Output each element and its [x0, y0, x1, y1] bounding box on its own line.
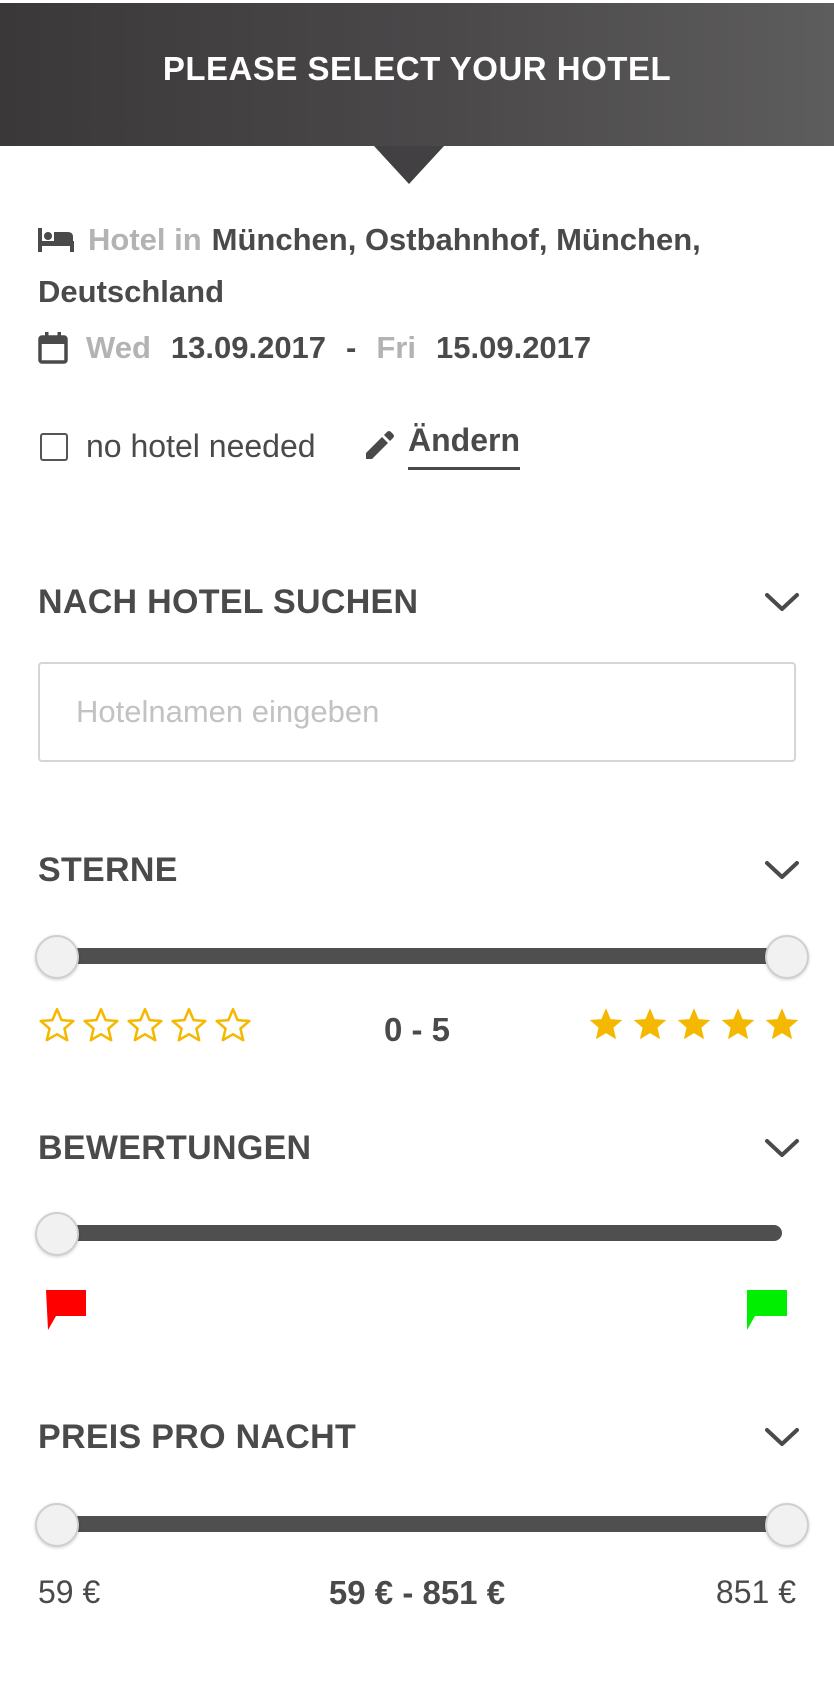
- price-slider-max-thumb[interactable]: [765, 1503, 809, 1547]
- price-slider-min-thumb[interactable]: [35, 1503, 79, 1547]
- hotel-search-input[interactable]: [38, 662, 796, 762]
- ratings-slider-min-thumb[interactable]: [35, 1212, 79, 1256]
- chevron-down-icon[interactable]: [764, 859, 800, 881]
- ratings-slider-track[interactable]: [56, 1225, 782, 1241]
- no-hotel-label: no hotel needed: [86, 428, 316, 464]
- checkin-date: 13.09.2017: [170, 330, 327, 365]
- hotel-location-row: Hotel in München, Ostbahnhof, München,: [38, 222, 701, 258]
- price-range-label: 59 € - 851 €: [328, 1574, 506, 1611]
- page-title: PLEASE SELECT YOUR HOTEL: [162, 49, 672, 87]
- stars-max-display: [587, 1005, 801, 1043]
- star-filled-icon: [765, 1008, 799, 1040]
- date-separator: -: [346, 330, 357, 365]
- search-section-title: NACH HOTEL SUCHEN: [38, 583, 419, 621]
- star-filled-icon: [633, 1008, 667, 1040]
- no-hotel-checkbox-row[interactable]: no hotel needed: [40, 428, 316, 465]
- chevron-down-icon[interactable]: [764, 591, 800, 613]
- pencil-icon: [366, 431, 394, 459]
- checkin-day: Wed: [86, 330, 151, 365]
- ratings-section-title: BEWERTUNGEN: [38, 1129, 312, 1167]
- calendar-icon: [38, 332, 68, 364]
- edit-label[interactable]: Ändern: [408, 422, 520, 470]
- hotel-location: München, Ostbahnhof, München,: [211, 222, 701, 257]
- chevron-down-icon[interactable]: [764, 1137, 800, 1159]
- star-filled-icon: [721, 1008, 755, 1040]
- chevron-down-icon[interactable]: [764, 1426, 800, 1448]
- edit-search-link[interactable]: Ändern: [364, 422, 520, 470]
- hotel-location-country: Deutschland: [38, 274, 225, 309]
- page-header: PLEASE SELECT YOUR HOTEL: [0, 3, 834, 146]
- no-hotel-checkbox[interactable]: [40, 432, 68, 461]
- flag-icon: [747, 1290, 787, 1330]
- header-pointer-arrow: [374, 146, 444, 184]
- flag-icon: [46, 1290, 86, 1330]
- hotel-in-prefix: Hotel in: [88, 222, 202, 257]
- star-filled-icon: [677, 1008, 711, 1040]
- checkout-day: Fri: [376, 330, 416, 365]
- stars-section-title: STERNE: [38, 851, 178, 889]
- stars-slider-track[interactable]: [56, 948, 786, 964]
- checkout-date: 15.09.2017: [436, 330, 592, 365]
- price-max-label: 851 €: [715, 1574, 796, 1610]
- hotel-location-row-2: Deutschland: [38, 274, 224, 310]
- price-slider-track[interactable]: [56, 1516, 786, 1532]
- stars-slider-min-thumb[interactable]: [35, 935, 79, 979]
- price-section-title: PREIS PRO NACHT: [38, 1418, 357, 1456]
- stars-slider-max-thumb[interactable]: [765, 935, 809, 979]
- hotel-dates-row: Wed 13.09.2017 - Fri 15.09.2017: [38, 330, 591, 366]
- bed-icon: [38, 228, 74, 252]
- star-filled-icon: [589, 1008, 623, 1040]
